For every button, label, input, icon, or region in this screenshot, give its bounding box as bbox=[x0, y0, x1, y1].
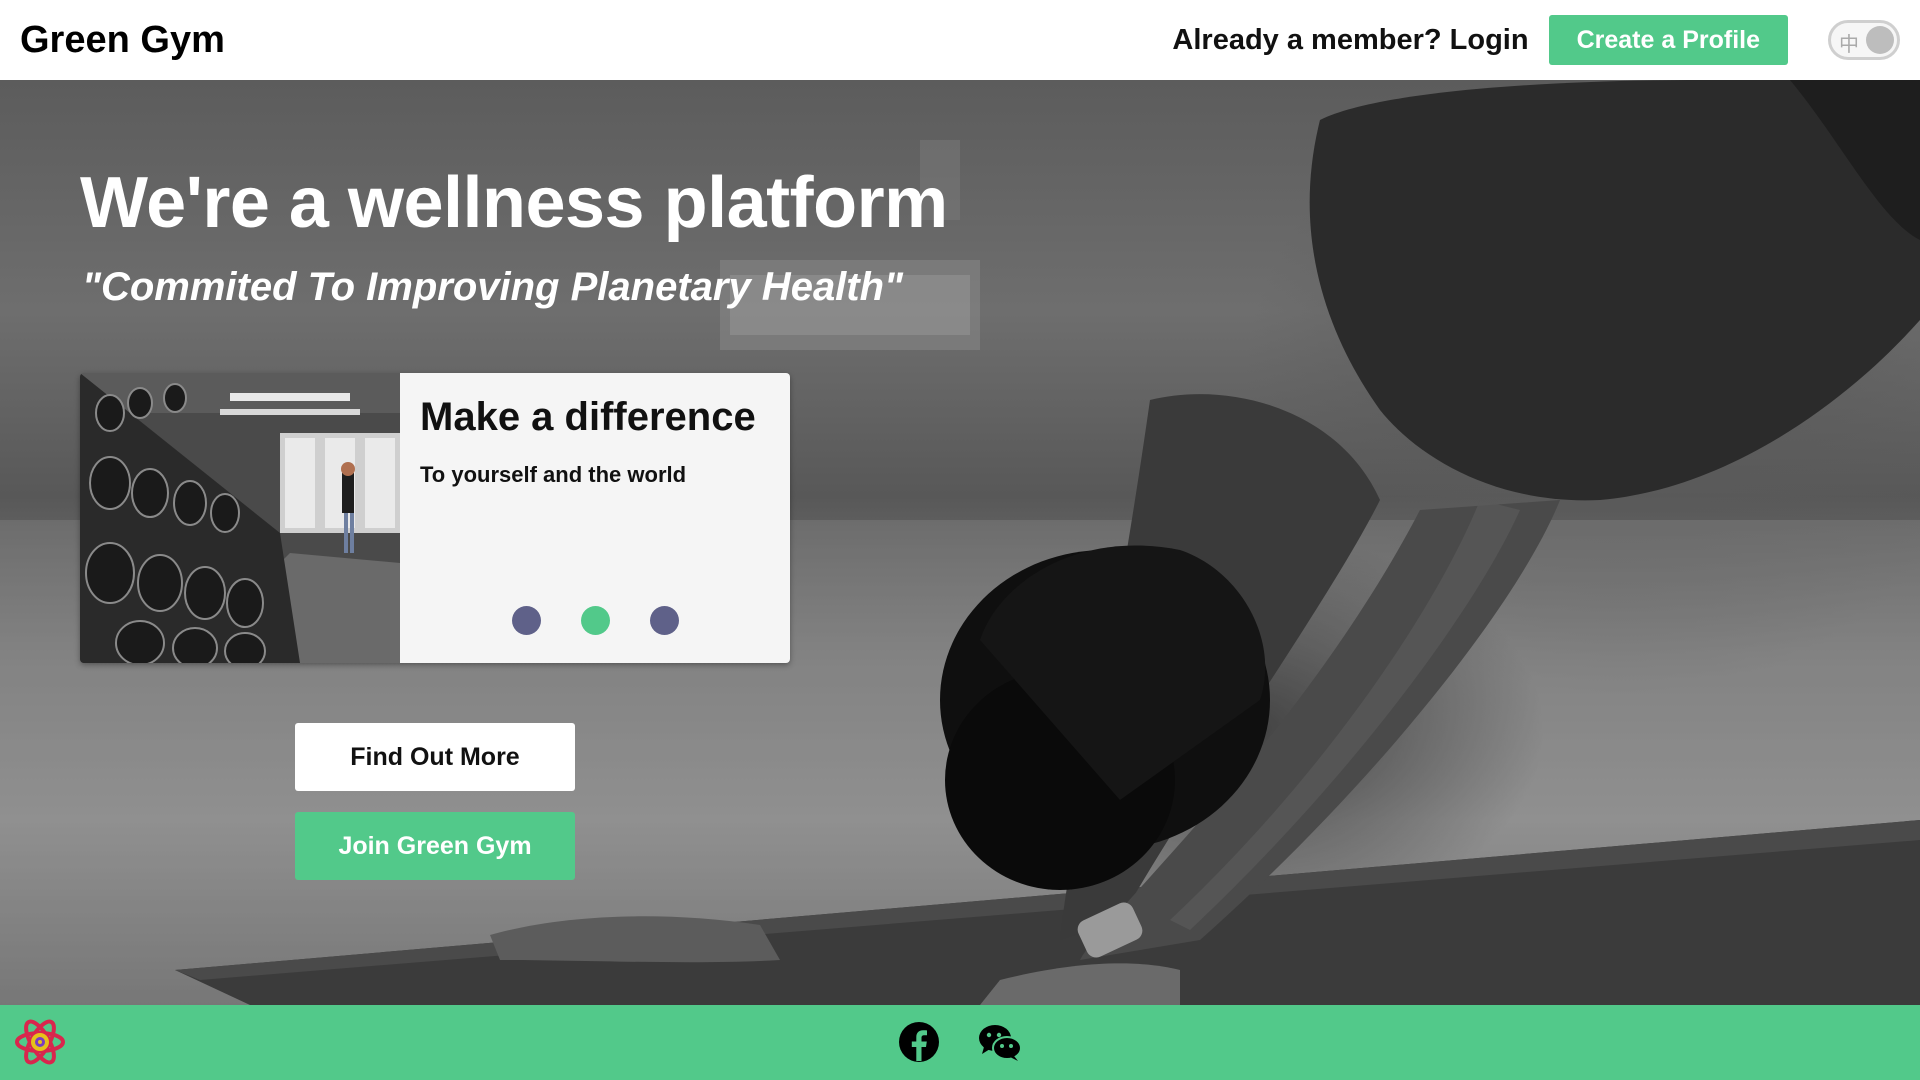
gym-photo bbox=[80, 373, 400, 663]
hero-subtitle: "Commited To Improving Planetary Health" bbox=[82, 265, 904, 309]
brand-logo-text[interactable]: Green Gym bbox=[20, 19, 225, 62]
wechat-icon[interactable] bbox=[978, 1023, 1022, 1063]
toggle-knob bbox=[1866, 26, 1894, 54]
join-green-gym-button[interactable]: Join Green Gym bbox=[295, 812, 575, 880]
login-link[interactable]: Already a member? Login bbox=[1172, 24, 1528, 57]
feature-card: Make a difference To yourself and the wo… bbox=[80, 373, 790, 663]
hero-section: We're a wellness platform "Commited To I… bbox=[0, 80, 1920, 1005]
language-toggle[interactable]: 中 bbox=[1828, 20, 1900, 60]
find-out-more-button[interactable]: Find Out More bbox=[295, 723, 575, 791]
carousel-dot-1[interactable] bbox=[512, 606, 541, 635]
top-navbar: Green Gym Already a member? Login Create… bbox=[0, 0, 1920, 80]
card-title: Make a difference bbox=[420, 395, 756, 439]
card-body: Make a difference To yourself and the wo… bbox=[400, 373, 790, 663]
carousel-dot-3[interactable] bbox=[650, 606, 679, 635]
carousel-dots bbox=[512, 606, 679, 635]
carousel-dot-2[interactable] bbox=[581, 606, 610, 635]
language-char: 中 bbox=[1839, 32, 1859, 56]
header-actions: Already a member? Login Create a Profile… bbox=[1172, 15, 1900, 65]
facebook-icon[interactable] bbox=[898, 1021, 940, 1063]
create-profile-button[interactable]: Create a Profile bbox=[1548, 15, 1788, 65]
react-logo-icon bbox=[15, 1019, 65, 1065]
footer-bar bbox=[0, 1005, 1920, 1080]
card-text: To yourself and the world bbox=[420, 462, 687, 487]
hero-title: We're a wellness platform bbox=[80, 163, 948, 243]
